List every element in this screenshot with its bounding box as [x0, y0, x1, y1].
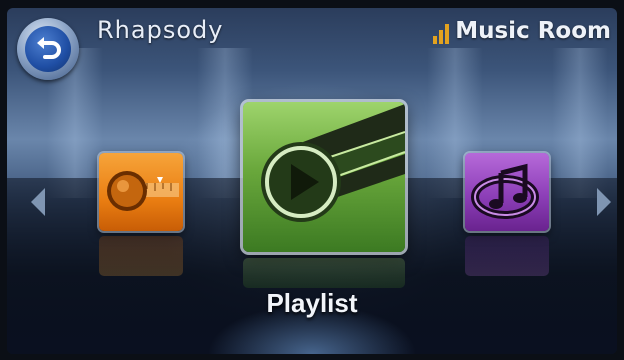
radio-dial-icon [107, 171, 179, 211]
room-name: Music Room [455, 18, 611, 44]
screen: Rhapsody Music Room Playlist [7, 8, 617, 354]
play-icon [261, 104, 405, 222]
background-panel [552, 48, 608, 198]
arrow-right-icon[interactable] [597, 188, 611, 216]
room-selector[interactable]: Music Room [433, 18, 611, 44]
music-tile[interactable] [465, 153, 549, 231]
back-button[interactable] [17, 18, 79, 80]
playlist-tile[interactable] [243, 102, 405, 252]
arrow-left-icon[interactable] [31, 188, 45, 216]
radio-tile[interactable] [99, 153, 183, 231]
signal-strength-icon [433, 22, 450, 44]
selected-item-label: Playlist [266, 288, 358, 318]
back-arrow-icon [37, 37, 61, 59]
music-note-icon [471, 163, 539, 219]
app-title: Rhapsody [97, 16, 224, 44]
